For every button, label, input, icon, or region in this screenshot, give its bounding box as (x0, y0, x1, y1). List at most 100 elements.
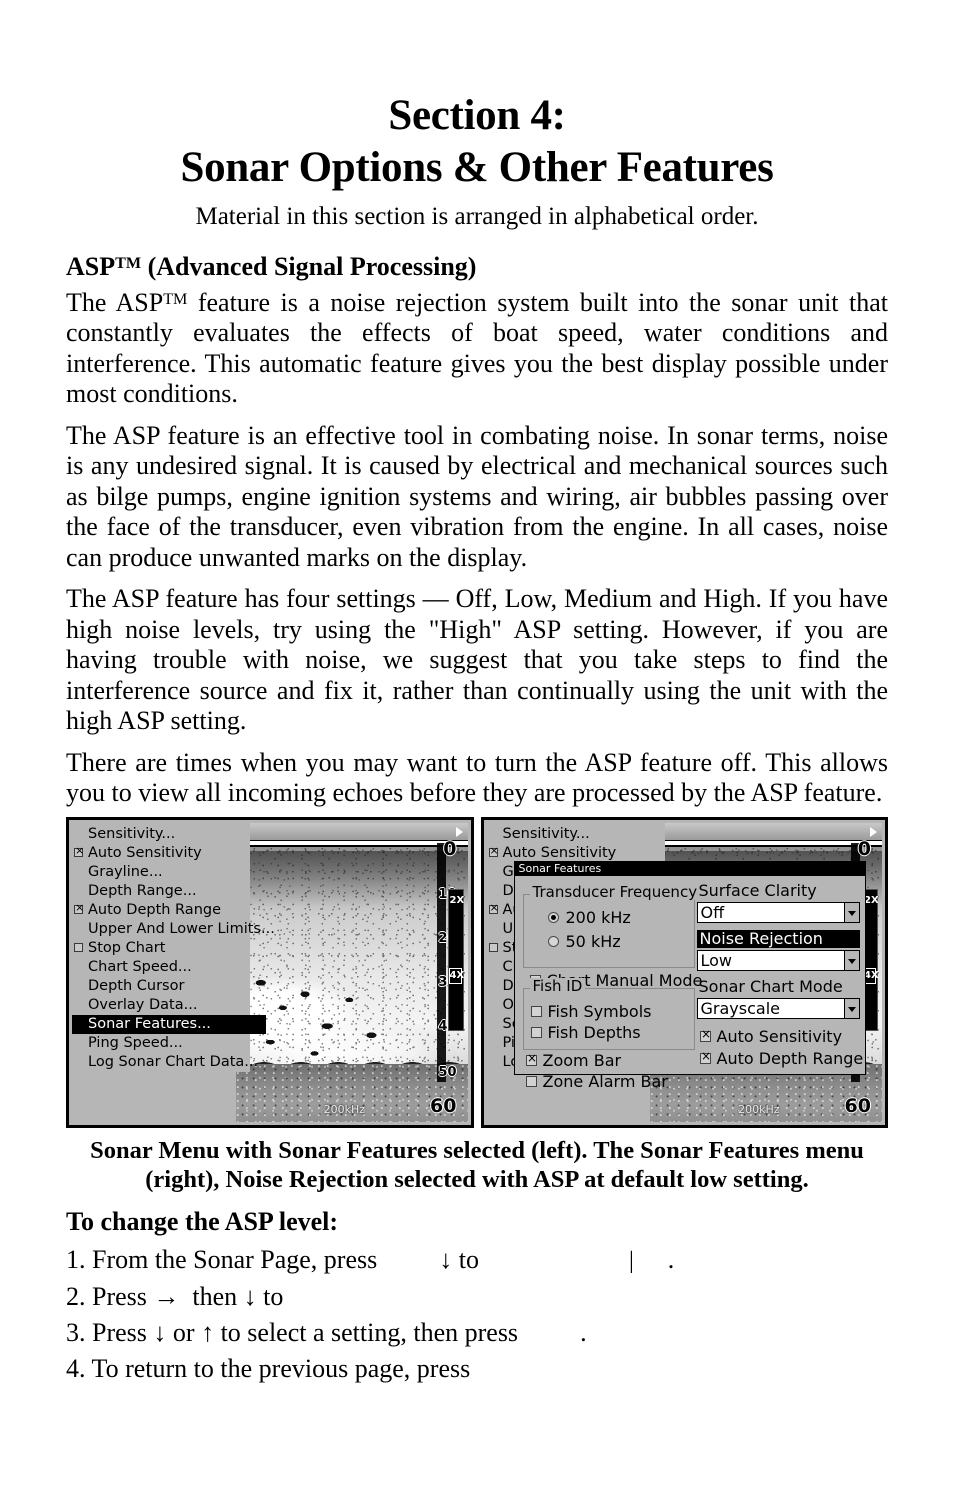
menu-item-upper-and-lower-limits[interactable]: Upper And Lower Limits... (72, 920, 275, 939)
checkbox-label: Auto Sensitivity (716, 1026, 843, 1046)
menu-item-label: Overlay Data... (88, 996, 198, 1013)
menu-item-label: Sensitivity... (88, 825, 176, 842)
instruction-step-3: 3. Press ↓ or ↑ to select a setting, the… (66, 1315, 888, 1351)
menu-item-label: Depth Cursor (88, 977, 185, 994)
step-1-text-b: to (458, 1244, 479, 1274)
menu-item-depth-range[interactable]: Depth Range... (72, 882, 250, 901)
menu-item-log-sonar-chart-data[interactable]: Log Sonar Chart Data... (72, 1053, 258, 1072)
checkbox-icon[interactable] (525, 1075, 537, 1087)
menu-item-sensitivity[interactable]: Sensitivity... (72, 825, 250, 844)
checkbox-zone-alarm-bar[interactable]: Zone Alarm Bar (525, 1072, 668, 1091)
paragraph-3: The ASP feature has four settings — Off,… (66, 584, 888, 736)
radio-200khz[interactable]: 200 kHz (544, 907, 631, 927)
menu-item-grayline[interactable]: Grayline... (72, 863, 250, 882)
checkbox-icon[interactable] (530, 1026, 542, 1038)
menu-item-label: Auto Sensitivity (502, 844, 617, 861)
surface-clarity-select[interactable]: Off (696, 901, 860, 923)
document-page: Section 4: Sonar Options & Other Feature… (66, 0, 888, 1487)
dialog-title: Sonar Features (514, 861, 865, 876)
menu-item-auto-sensitivity[interactable]: Auto Sensitivity (72, 844, 250, 863)
menu-item-label: Upper And Lower Limits... (88, 920, 275, 937)
checkbox-fish-symbols[interactable]: Fish Symbols (530, 1001, 652, 1021)
chevron-down-icon[interactable] (843, 998, 859, 1018)
checkbox-icon[interactable] (525, 1052, 537, 1066)
surface-clarity-value: Off (700, 902, 725, 922)
checkbox-fish-depths[interactable]: Fish Depths (530, 1022, 641, 1042)
section-title-line2: Sonar Options & Other Features (180, 144, 774, 191)
menu-item-stop-chart[interactable]: Stop Chart (72, 939, 250, 958)
arrow-down-icon: ↓ (439, 1244, 453, 1274)
menu-item-label: Chart Speed... (88, 958, 192, 975)
zoom-bar[interactable]: 2X 4X (447, 888, 464, 1031)
radio-icon[interactable] (547, 911, 559, 923)
menu-item-label: Ping Speed... (88, 1034, 183, 1051)
paragraph-2: The ASP feature is an effective tool in … (66, 420, 888, 572)
menu-item-label: Stop Chart (88, 939, 166, 956)
radio-icon[interactable] (547, 935, 559, 947)
chart-scrollbar[interactable] (650, 822, 882, 841)
frequency-label: 200kHz (323, 1102, 366, 1116)
checkbox-icon[interactable] (530, 1005, 542, 1017)
depth-label-60: 60 (430, 1094, 457, 1117)
menu-item-label: Grayline... (88, 863, 163, 880)
step-1-period: . (667, 1244, 675, 1274)
radio-50khz[interactable]: 50 kHz (544, 932, 621, 951)
menu-item-sensitivity[interactable]: Sensitivity... (487, 825, 665, 844)
instruction-step-1: 1. From the Sonar Page, press ↓ to |. (66, 1242, 888, 1279)
sonar-features-dialog: Sonar Features Transducer Frequency 200 … (513, 860, 866, 1090)
transducer-frequency-group: Transducer Frequency 200 kHz 50 kHz (522, 883, 701, 968)
noise-rejection-select[interactable]: Low (696, 949, 860, 971)
transducer-frequency-label: Transducer Frequency (529, 883, 701, 900)
topic-heading-suffix: (Advanced Signal Processing) (141, 251, 477, 281)
menu-item-depth-cursor[interactable]: Depth Cursor (72, 977, 250, 996)
checkbox-icon[interactable] (74, 902, 84, 914)
checkbox-icon[interactable] (488, 845, 499, 857)
radio-label: 200 kHz (565, 907, 631, 927)
checkbox-icon[interactable] (699, 1028, 711, 1042)
checkbox-auto-sensitivity[interactable]: Auto Sensitivity (699, 1026, 843, 1046)
menu-item-label: Log Sonar Chart Data... (88, 1053, 259, 1070)
checkbox-icon[interactable] (699, 1050, 711, 1064)
chevron-down-icon[interactable] (843, 902, 859, 922)
figure-sonar-screens: 0 10 20 30 40 50 60 2X 4X 200kHz Sensiti… (66, 816, 888, 1128)
noise-rejection-label[interactable]: Noise Rejection (696, 929, 860, 948)
menu-item-auto-depth-range[interactable]: Auto Depth Range (72, 901, 250, 920)
checkbox-label: Fish Depths (547, 1022, 641, 1042)
paragraph-4: There are times when you may want to tur… (66, 747, 888, 808)
menu-item-ping-speed[interactable]: Ping Speed... (72, 1034, 250, 1053)
chevron-right-icon (870, 826, 877, 837)
checkbox-icon[interactable] (74, 942, 83, 952)
menu-item-label: Auto Depth Range (88, 901, 222, 918)
chevron-right-icon (455, 826, 463, 837)
step-3-text-b: or (172, 1317, 195, 1347)
arrow-right-icon: → (153, 1281, 180, 1311)
checkbox-auto-depth-range[interactable]: Auto Depth Range (699, 1049, 863, 1068)
arrow-down-icon: ↓ (243, 1281, 257, 1311)
checkbox-zoom-bar[interactable]: Zoom Bar (525, 1050, 622, 1070)
section-title-line1: Section 4: (388, 92, 566, 139)
chevron-down-icon[interactable] (843, 950, 859, 970)
depth-label-60: 60 (844, 1094, 871, 1117)
frequency-label: 200kHz (738, 1102, 780, 1116)
sonar-menu[interactable]: Sensitivity... Auto Sensitivity Grayline… (72, 822, 275, 1072)
paragraph-1-part2: feature is a noise rejection system buil… (66, 287, 889, 409)
checkbox-label: Zoom Bar (542, 1050, 622, 1070)
fish-id-label: Fish ID (529, 977, 586, 994)
fish-id-group: Fish ID Fish Symbols Fish Depths (522, 977, 695, 1050)
menu-item-label: Sonar Features... (88, 1015, 211, 1032)
menu-item-sonar-features[interactable]: Sonar Features... (72, 1014, 266, 1034)
menu-item-chart-speed[interactable]: Chart Speed... (72, 958, 250, 977)
checkbox-icon[interactable] (488, 942, 498, 952)
chart-scrollbar[interactable] (235, 822, 468, 841)
figure-caption: Sonar Menu with Sonar Features selected … (88, 1136, 866, 1194)
checkbox-label: Fish Symbols (547, 1001, 652, 1021)
menu-item-overlay-data[interactable]: Overlay Data... (72, 996, 250, 1015)
checkbox-icon[interactable] (74, 845, 84, 857)
trademark-symbol: TM (115, 255, 142, 272)
sonar-chart-mode-select[interactable]: Grayscale (696, 997, 860, 1019)
menu-item-label: Sensitivity... (502, 825, 590, 842)
instruction-step-4: 4. To return to the previous page, press (66, 1353, 471, 1383)
topic-heading-prefix: ASP (66, 251, 116, 281)
checkbox-icon[interactable] (488, 902, 499, 914)
sonar-screenshot-left: 0 10 20 30 40 50 60 2X 4X 200kHz Sensiti… (66, 816, 474, 1128)
